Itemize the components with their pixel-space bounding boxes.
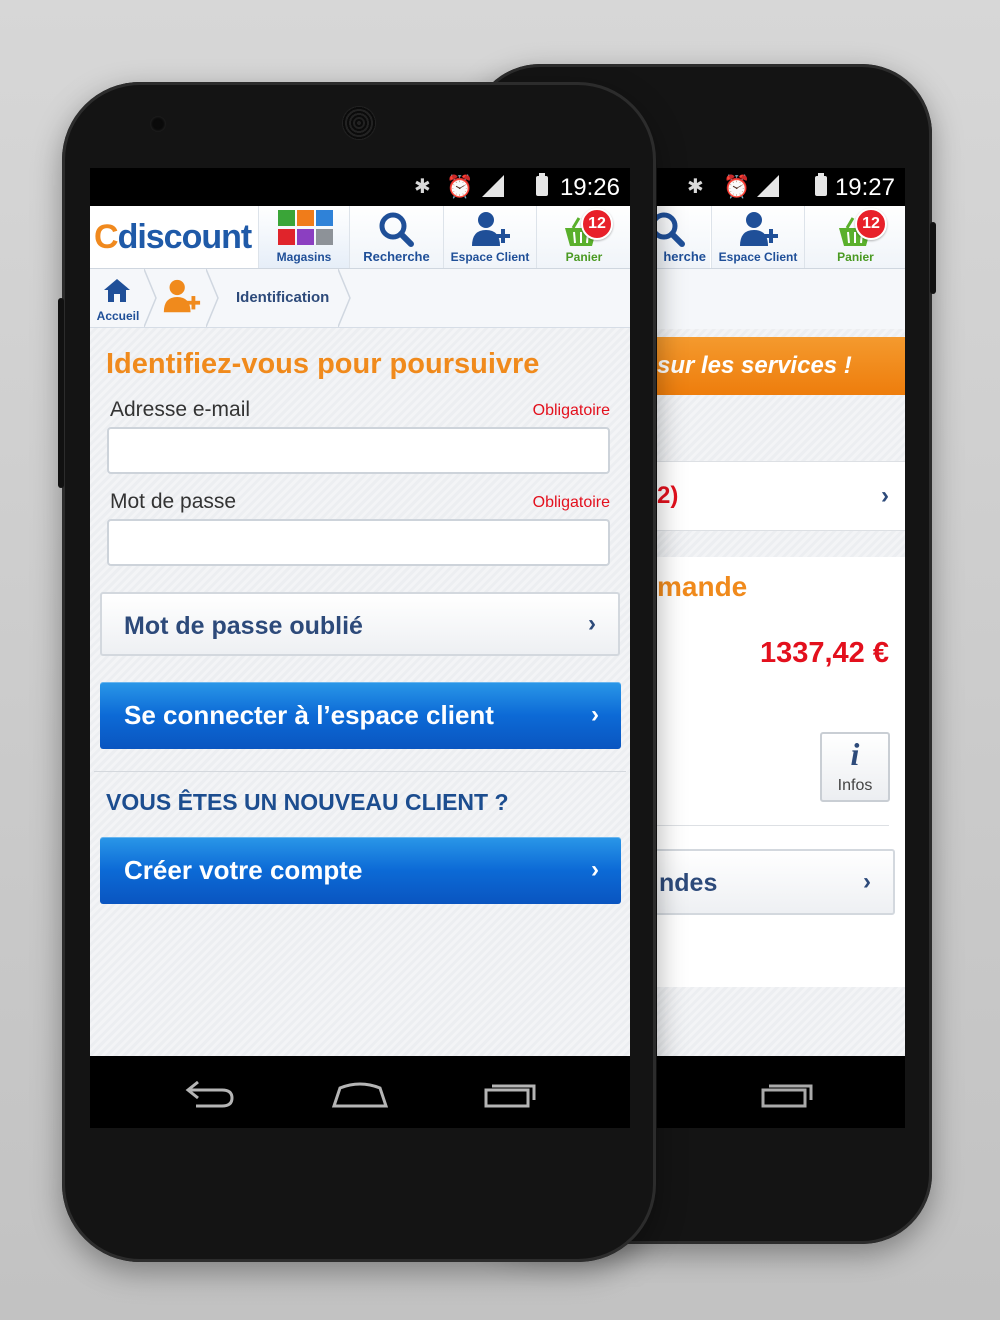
breadcrumb-separator xyxy=(338,269,351,327)
breadcrumb-home-label: Accueil xyxy=(96,309,140,323)
create-account-button[interactable]: Créer votre compte › xyxy=(100,837,621,904)
services-banner-text: sur les services ! xyxy=(657,352,852,379)
chevron-right-icon: › xyxy=(881,482,889,509)
nav-account-label: Espace Client xyxy=(450,250,530,264)
account-add-icon xyxy=(163,279,201,313)
info-button-label: Infos xyxy=(837,777,873,794)
search-icon xyxy=(379,212,414,247)
nav-account-button[interactable]: Espace Client xyxy=(711,206,804,268)
order-amount: 1337,42 € xyxy=(759,637,889,669)
back-app-header: herche Espace Client 12 Panier xyxy=(657,206,905,269)
battery-icon xyxy=(530,172,548,197)
chevron-right-icon: › xyxy=(863,868,871,895)
orders-button[interactable]: ndes › xyxy=(657,849,895,915)
home-button-icon[interactable] xyxy=(330,1078,390,1112)
front-phone-screen: ✱ ⏰ 19:26 Cdiscount Magasins Recherche E… xyxy=(90,168,630,1056)
front-app-header: Cdiscount Magasins Recherche Espace Clie… xyxy=(90,206,630,269)
nav-cart-label: Panier xyxy=(565,250,603,264)
nav-search-button[interactable]: Recherche xyxy=(349,206,443,268)
bluetooth-icon: ✱ xyxy=(687,176,704,198)
nav-search-label: herche xyxy=(663,249,706,264)
nav-search-label: Recherche xyxy=(363,249,430,264)
front-status-bar: ✱ ⏰ 19:26 xyxy=(90,168,630,206)
alarm-icon: ⏰ xyxy=(446,174,474,199)
order-divider xyxy=(657,825,889,826)
signal-icon xyxy=(480,174,504,197)
orders-button-label: ndes xyxy=(659,869,718,897)
recent-apps-icon[interactable] xyxy=(482,1080,538,1108)
nav-search-button[interactable]: herche xyxy=(657,206,710,268)
nav-stores-label: Magasins xyxy=(276,250,332,264)
nav-cart-label: Panier xyxy=(837,250,874,264)
nav-account-label: Espace Client xyxy=(718,250,798,264)
alarm-icon: ⏰ xyxy=(723,174,751,199)
account-add-icon xyxy=(740,212,778,246)
breadcrumb-current: Identification xyxy=(236,289,330,306)
status-time: 19:26 xyxy=(559,174,620,201)
battery-icon xyxy=(809,172,827,197)
front-system-nav-bar xyxy=(90,1056,630,1128)
cart-count-badge: 12 xyxy=(855,208,887,240)
login-content: Identifiez-vous pour poursuivre Adresse … xyxy=(90,328,630,1056)
back-row-1[interactable]: 2) › xyxy=(657,461,905,531)
email-required-text: Obligatoire xyxy=(532,402,610,419)
breadcrumb-account[interactable] xyxy=(158,269,208,327)
order-panel: mande 1337,42 € i Infos ndes › xyxy=(657,557,905,987)
back-breadcrumb-strip xyxy=(657,269,905,330)
proximity-sensor xyxy=(150,116,166,132)
search-icon xyxy=(657,212,685,247)
home-icon xyxy=(104,279,130,302)
login-button[interactable]: Se connecter à l’espace client › xyxy=(100,682,621,749)
create-account-label: Créer votre compte xyxy=(124,855,363,885)
stores-grid-icon xyxy=(278,210,335,247)
nav-cart-button[interactable]: 12 Panier xyxy=(804,206,905,268)
back-arrow-icon[interactable] xyxy=(182,1078,238,1112)
back-system-nav-bar xyxy=(657,1056,905,1128)
services-banner[interactable]: sur les services ! xyxy=(657,337,905,395)
password-field[interactable] xyxy=(107,519,610,566)
email-label: Adresse e-mail xyxy=(110,398,251,421)
signal-icon xyxy=(755,174,779,197)
nav-cart-button[interactable]: 12 Panier xyxy=(536,206,630,268)
section-divider xyxy=(94,771,626,772)
back-status-bar: ✱ ⏰ 19:27 xyxy=(657,168,905,206)
nav-account-button[interactable]: Espace Client xyxy=(443,206,536,268)
chevron-right-icon: › xyxy=(591,701,599,728)
back-phone-screen: ✱ ⏰ 19:27 herche Espace Client 12 Panier… xyxy=(657,168,905,1056)
back-phone-side-button xyxy=(930,222,936,294)
recent-apps-icon[interactable] xyxy=(759,1080,815,1108)
breadcrumb-separator xyxy=(144,269,157,327)
breadcrumb: Accueil Identification xyxy=(90,269,630,328)
order-section-title: mande xyxy=(657,571,748,602)
page-title: Identifiez-vous pour poursuivre xyxy=(106,348,540,380)
front-phone-side-button xyxy=(58,298,64,488)
front-speaker xyxy=(342,106,376,140)
new-client-heading: VOUS ÊTES UN NOUVEAU CLIENT ? xyxy=(106,789,509,815)
cart-count-badge: 12 xyxy=(581,208,613,240)
breadcrumb-home[interactable]: Accueil xyxy=(90,269,146,327)
nav-stores-button[interactable]: Magasins xyxy=(258,206,349,268)
password-label: Mot de passe xyxy=(110,490,237,513)
back-row-1-text: 2) xyxy=(657,482,679,509)
chevron-right-icon: › xyxy=(591,856,599,883)
account-add-icon xyxy=(472,212,510,246)
info-icon: i xyxy=(850,736,860,772)
email-field[interactable] xyxy=(107,427,610,474)
forgot-password-label: Mot de passe oublié xyxy=(124,612,363,640)
login-button-label: Se connecter à l’espace client xyxy=(124,700,494,730)
bluetooth-icon: ✱ xyxy=(414,176,431,198)
status-time: 19:27 xyxy=(834,174,895,201)
chevron-right-icon: › xyxy=(588,610,596,637)
password-required-text: Obligatoire xyxy=(532,494,610,511)
breadcrumb-separator xyxy=(206,269,219,327)
back-content: sur les services ! 2) › mande 1337,42 € … xyxy=(657,329,905,1056)
forgot-password-button[interactable]: Mot de passe oublié › xyxy=(100,592,620,656)
cdiscount-logo[interactable]: Cdiscount xyxy=(94,218,252,257)
info-button[interactable]: i Infos xyxy=(820,732,890,802)
